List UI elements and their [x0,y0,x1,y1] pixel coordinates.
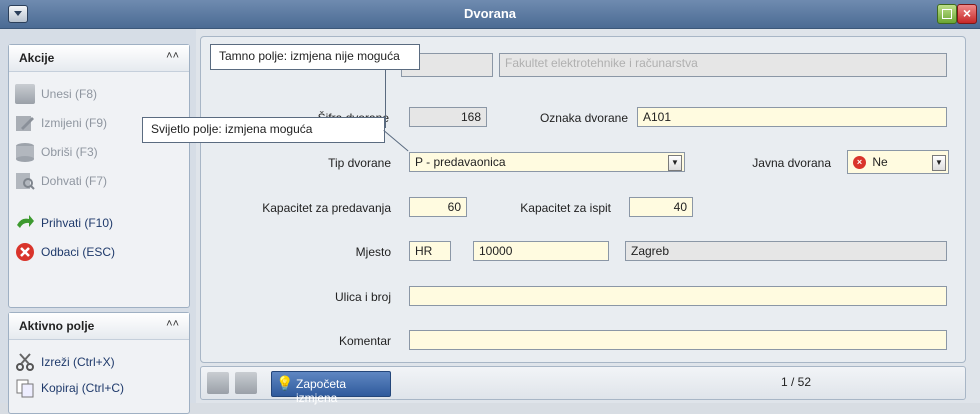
edit-icon [15,113,35,133]
izrezi-button[interactable]: Izreži (Ctrl+X) [15,351,185,375]
obrisi-button[interactable]: Obriši (F3) [15,141,185,165]
new-record-icon [15,84,35,104]
sidebar: Akcije ˄˄ Unesi (F8) Izmijeni (F9) Obriš… [0,29,196,414]
copy-icon [15,378,35,398]
javna-dvorana-select[interactable]: × Ne ▼ [847,150,949,174]
mode-text: Započeta izmjena [296,377,347,405]
window-title: Dvorana [463,6,517,21]
akcije-header[interactable]: Akcije ˄˄ [9,45,189,72]
kap-isp-field[interactable]: 40 [629,197,693,217]
kopiraj-button[interactable]: Kopiraj (Ctrl+C) [15,377,185,401]
chevron-down-icon[interactable]: ▼ [932,155,946,171]
aktivno-polje-title: Aktivno polje [19,319,95,333]
record-counter: 1 / 52 [781,375,812,389]
odbaci-button[interactable]: Odbaci (ESC) [15,241,185,265]
maximize-icon[interactable] [937,4,957,24]
accept-arrow-icon [15,213,35,233]
kap-pred-field[interactable]: 60 [409,197,467,217]
fakultet-name-field[interactable]: Fakultet elektrotehnike i računarstva [499,53,947,77]
izmijeni-label: Izmijeni (F9) [41,116,108,130]
komentar-field[interactable] [409,330,947,350]
callout-dark-line [385,70,386,128]
tip-dvorane-select[interactable]: P - predavaonica ▼ [409,152,685,172]
aktivno-polje-panel: Aktivno polje ˄˄ Izreži (Ctrl+X) Kopiraj… [8,312,190,414]
javna-label: Javna dvorana [752,156,831,170]
kap-pred-label: Kapacitet za predavanja [262,201,391,215]
delete-icon [15,142,35,162]
callout-light: Svijetlo polje: izmjena moguća [142,117,385,143]
fetch-icon [15,171,35,191]
collapse-icon[interactable]: ˄˄ [166,318,179,330]
mjesto-label: Mjesto [355,245,391,259]
kopiraj-label: Kopiraj (Ctrl+C) [41,381,125,395]
odbaci-label: Odbaci (ESC) [41,245,116,259]
aktivno-polje-header[interactable]: Aktivno polje ˄˄ [9,313,189,340]
no-icon: × [853,156,866,170]
form-panel: Fakultet elektrotehnike i računarstva Ši… [200,36,966,363]
akcije-title: Akcije [19,51,55,65]
obrisi-label: Obriši (F3) [41,145,98,159]
cancel-icon [15,242,35,262]
folder-icon[interactable] [207,372,229,394]
unesi-button[interactable]: Unesi (F8) [15,83,185,107]
list-icon[interactable] [235,372,257,394]
form-area: Fakultet elektrotehnike i računarstva Ši… [196,29,980,405]
oznaka-label: Oznaka dvorane [539,111,628,125]
unesi-label: Unesi (F8) [41,87,98,101]
tip-label: Tip dvorane [328,156,391,170]
akcije-panel: Akcije ˄˄ Unesi (F8) Izmijeni (F9) Obriš… [8,44,190,308]
status-bar: 💡 Započeta izmjena 1 / 52 [200,366,966,405]
izrezi-label: Izreži (Ctrl+X) [41,355,115,369]
title-bar: Dvorana × [0,0,980,29]
prihvati-label: Prihvati (F10) [41,216,114,230]
kap-isp-label: Kapacitet za ispit [520,201,611,215]
lightbulb-icon: 💡 [276,375,294,391]
close-icon[interactable]: × [957,4,977,24]
mjesto-post-field[interactable]: 10000 [473,241,609,261]
scissors-icon [15,352,35,372]
komentar-label: Komentar [338,334,391,348]
oznaka-field[interactable]: A101 [637,107,947,127]
mjesto-country-field[interactable]: HR [409,241,451,261]
collapse-icon[interactable]: ˄˄ [166,50,179,62]
mjesto-city-field[interactable]: Zagreb [625,241,947,261]
ulica-field[interactable] [409,286,947,306]
dohvati-label: Dohvati (F7) [41,174,108,188]
sifra-field[interactable]: 168 [409,107,487,127]
tip-dvorane-value: P - predavaonica [415,155,506,169]
ulica-label: Ulica i broj [334,290,391,304]
prihvati-button[interactable]: Prihvati (F10) [15,212,185,236]
chevron-down-icon[interactable]: ▼ [668,155,682,171]
callout-dark: Tamno polje: izmjena nije moguća [210,44,420,70]
mode-badge: 💡 Započeta izmjena [271,371,391,405]
javna-value: Ne [872,155,888,169]
dohvati-button[interactable]: Dohvati (F7) [15,170,185,194]
